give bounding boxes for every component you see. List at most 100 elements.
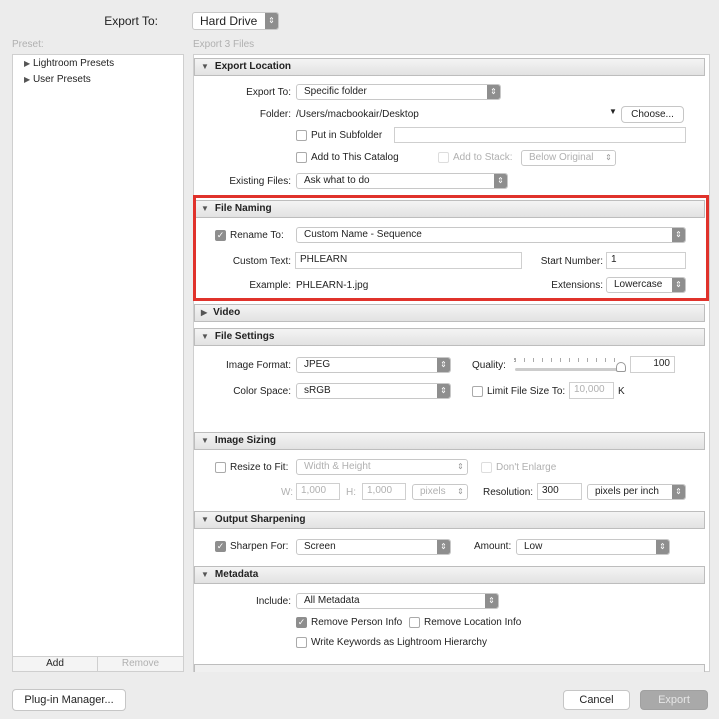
image-format-label: Image Format: xyxy=(225,360,291,371)
quality-input[interactable]: 100 xyxy=(630,356,675,373)
stepper-icon: ⇕ xyxy=(494,174,507,188)
section-title: File Settings xyxy=(214,331,275,342)
quality-slider-thumb[interactable] xyxy=(616,362,626,372)
resize-mode-value: Width & Height xyxy=(304,461,371,472)
section-image-sizing[interactable]: ▼ Image Sizing xyxy=(194,432,705,450)
amount-select[interactable]: Low ⇕ xyxy=(516,539,670,555)
remove-location-info-label: Remove Location Info xyxy=(424,617,522,628)
subfolder-input[interactable] xyxy=(394,127,686,143)
resolution-input[interactable]: 300 xyxy=(537,483,582,500)
color-space-select[interactable]: sRGB ⇕ xyxy=(296,383,451,399)
export-destination-select[interactable]: Hard Drive ⇕ xyxy=(192,12,279,30)
include-label: Include: xyxy=(255,596,291,607)
limit-file-size-label: Limit File Size To: xyxy=(487,386,566,397)
resolution-label: Resolution: xyxy=(483,487,534,498)
export-button[interactable]: Export xyxy=(640,690,708,710)
disclosure-down-icon: ▼ xyxy=(201,436,209,445)
preset-list: ▶ Lightroom Presets ▶ User Presets xyxy=(12,54,184,657)
limit-unit: K xyxy=(618,386,625,397)
quality-slider-ticks xyxy=(514,358,622,362)
resize-mode-select[interactable]: Width & Height ⇕ xyxy=(296,459,468,475)
stepper-icon: ⇕ xyxy=(437,540,450,554)
size-unit-select[interactable]: pixels ⇕ xyxy=(412,484,468,500)
dont-enlarge-checkbox[interactable] xyxy=(481,462,492,473)
plugin-manager-button[interactable]: Plug-in Manager... xyxy=(12,689,126,711)
height-input[interactable]: 1,000 xyxy=(362,483,406,500)
choose-folder-button[interactable]: Choose... xyxy=(621,106,684,123)
disclosure-right-icon: ▶ xyxy=(24,59,31,68)
stack-position-value: Below Original xyxy=(529,152,594,163)
section-file-settings[interactable]: ▼ File Settings xyxy=(194,328,705,346)
section-metadata[interactable]: ▼ Metadata xyxy=(194,566,705,584)
stepper-icon: ⇕ xyxy=(437,358,450,372)
stepper-icon: ⇕ xyxy=(487,85,500,99)
put-in-subfolder-label: Put in Subfolder xyxy=(311,130,383,141)
export-to-value: Specific folder xyxy=(304,86,367,97)
stack-position-select[interactable]: Below Original ⇕ xyxy=(521,150,616,166)
resolution-unit-value: pixels per inch xyxy=(595,486,659,497)
disclosure-right-icon: ▶ xyxy=(201,308,208,317)
image-format-select[interactable]: JPEG ⇕ xyxy=(296,357,451,373)
disclosure-down-icon: ▼ xyxy=(201,332,209,341)
height-label: H: xyxy=(346,487,356,498)
limit-file-size-input[interactable]: 10,000 xyxy=(569,382,614,399)
disclosure-down-icon: ▼ xyxy=(201,62,209,71)
disclosure-down-icon: ▼ xyxy=(201,515,209,524)
disclosure-right-icon: ▶ xyxy=(24,75,31,84)
resize-to-fit-label: Resize to Fit: xyxy=(230,462,289,473)
remove-person-info-checkbox[interactable]: ✓ xyxy=(296,617,307,628)
next-section-header xyxy=(194,664,705,672)
sharpen-for-label: Sharpen For: xyxy=(230,541,289,552)
image-format-value: JPEG xyxy=(304,359,331,370)
existing-files-value: Ask what to do xyxy=(304,175,370,186)
stepper-icon: ⇕ xyxy=(437,384,450,398)
color-space-value: sRGB xyxy=(304,385,331,396)
preset-folder-label: User Presets xyxy=(32,74,91,85)
remove-preset-button[interactable]: Remove xyxy=(97,656,184,672)
section-export-location[interactable]: ▼ Export Location xyxy=(194,58,705,76)
width-input[interactable]: 1,000 xyxy=(296,483,340,500)
preset-label: Preset: xyxy=(12,39,44,50)
folder-dropdown-icon[interactable]: ▼ xyxy=(609,107,617,116)
include-metadata-select[interactable]: All Metadata ⇕ xyxy=(296,593,499,609)
write-keywords-checkbox[interactable] xyxy=(296,637,307,648)
sharpen-for-select[interactable]: Screen ⇕ xyxy=(296,539,451,555)
quality-slider[interactable] xyxy=(515,368,625,371)
add-to-stack-checkbox[interactable] xyxy=(438,152,449,163)
export-to-label: Export To: xyxy=(104,14,158,28)
existing-files-label: Existing Files: xyxy=(229,176,291,187)
file-naming-highlight xyxy=(193,195,709,301)
existing-files-select[interactable]: Ask what to do ⇕ xyxy=(296,173,508,189)
remove-location-info-checkbox[interactable] xyxy=(409,617,420,628)
resize-to-fit-checkbox[interactable] xyxy=(215,462,226,473)
export-files-count: Export 3 Files xyxy=(193,39,255,50)
section-title: Video xyxy=(213,307,241,318)
section-title: Output Sharpening xyxy=(214,514,306,525)
add-to-catalog-checkbox[interactable] xyxy=(296,152,307,163)
add-to-catalog-label: Add to This Catalog xyxy=(311,152,399,163)
resolution-unit-select[interactable]: pixels per inch ⇕ xyxy=(587,484,686,500)
amount-value: Low xyxy=(524,541,543,552)
folder-path: /Users/macbookair/Desktop xyxy=(296,109,419,120)
export-to-select[interactable]: Specific folder ⇕ xyxy=(296,84,501,100)
cancel-button[interactable]: Cancel xyxy=(563,690,630,710)
sharpen-for-checkbox[interactable]: ✓ xyxy=(215,541,226,552)
add-preset-button[interactable]: Add xyxy=(12,656,98,672)
section-video[interactable]: ▶ Video xyxy=(194,304,705,322)
section-title: Metadata xyxy=(214,569,259,580)
section-output-sharpening[interactable]: ▼ Output Sharpening xyxy=(194,511,705,529)
include-metadata-value: All Metadata xyxy=(304,595,360,606)
put-in-subfolder-checkbox[interactable] xyxy=(296,130,307,141)
limit-file-size-checkbox[interactable] xyxy=(472,386,483,397)
stepper-icon: ⇕ xyxy=(454,485,467,499)
stepper-icon: ⇕ xyxy=(602,151,615,165)
size-unit-value: pixels xyxy=(420,486,446,497)
sharpen-for-value: Screen xyxy=(304,541,336,552)
quality-label: Quality: xyxy=(472,360,506,371)
preset-folder[interactable]: ▶ Lightroom Presets xyxy=(24,58,114,69)
write-keywords-label: Write Keywords as Lightroom Hierarchy xyxy=(311,637,487,648)
amount-label: Amount: xyxy=(474,541,512,552)
preset-folder[interactable]: ▶ User Presets xyxy=(24,74,91,85)
export-destination-value: Hard Drive xyxy=(200,14,258,28)
preset-folder-label: Lightroom Presets xyxy=(32,58,115,69)
